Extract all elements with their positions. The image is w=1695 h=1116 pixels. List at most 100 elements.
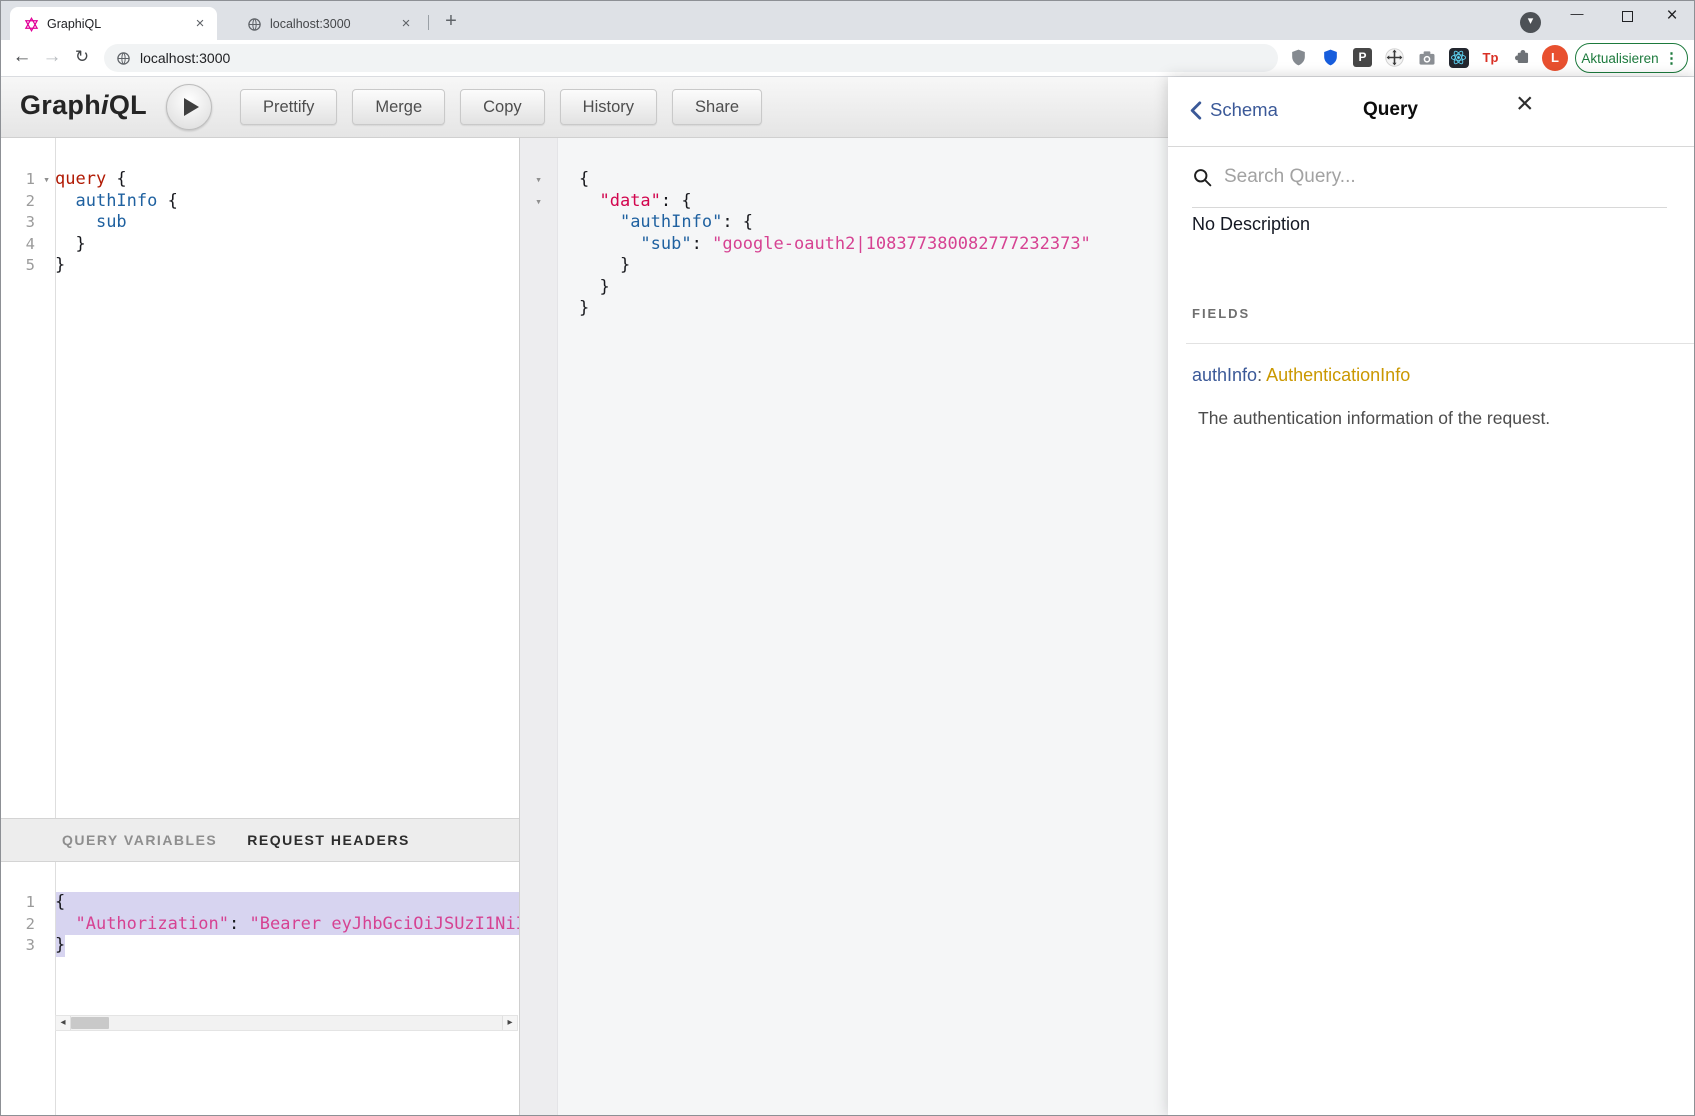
scroll-left-button[interactable]: ◂ (56, 1016, 71, 1030)
back-button[interactable]: ← (8, 43, 36, 71)
result-viewer[interactable]: ▾{▾ "data": { "authInfo": { "sub": "goog… (520, 138, 1168, 1116)
doc-field-description: The authentication information of the re… (1198, 408, 1550, 429)
address-bar[interactable]: localhost:3000 (104, 44, 1278, 72)
tab-close-icon[interactable]: × (191, 15, 209, 33)
line-number: 3 (0, 212, 38, 234)
tab-title: localhost:3000 (270, 17, 397, 31)
window-close-button[interactable]: × (1655, 1, 1689, 33)
code-line[interactable]: "sub": "google-oauth2|108377380082777232… (520, 234, 1168, 256)
menu-kebab-icon[interactable]: ⋮ (1664, 49, 1679, 67)
code-line[interactable]: 2 authInfo { (0, 191, 519, 213)
tab-search-button[interactable]: ▾ (1520, 12, 1541, 33)
doc-search-box[interactable]: Search Query... (1192, 147, 1667, 208)
graphiql-favicon-icon (24, 17, 39, 32)
code-line[interactable]: 3} (0, 935, 519, 957)
tab-graphiql[interactable]: GraphiQL × (10, 7, 217, 41)
doc-back-link[interactable]: Schema (1190, 99, 1278, 121)
update-label: Aktualisieren (1576, 51, 1664, 66)
code-text: authInfo { (55, 191, 178, 213)
horizontal-scrollbar[interactable]: ◂ ▸ (55, 1015, 518, 1031)
fold-gutter (38, 255, 55, 277)
play-icon (184, 98, 199, 116)
fold-arrow-icon[interactable]: ▾ (520, 191, 557, 213)
tab-request-headers[interactable]: REQUEST HEADERS (247, 832, 410, 848)
doc-field-name-link[interactable]: authInfo (1192, 365, 1257, 385)
react-devtools-extension-icon[interactable] (1448, 47, 1469, 68)
code-text: { (557, 169, 589, 191)
line-number: 2 (0, 914, 38, 936)
globe-icon (116, 51, 131, 66)
code-text: } (557, 255, 630, 277)
tab-close-icon[interactable]: × (397, 15, 415, 33)
share-button[interactable]: Share (672, 89, 762, 125)
extensions-puzzle-icon[interactable] (1512, 47, 1533, 68)
fold-arrow-icon[interactable]: ▾ (38, 169, 55, 191)
browser-tab-strip: GraphiQL × localhost:3000 × + ▾ — × (0, 0, 1695, 40)
code-line[interactable]: "authInfo": { (520, 212, 1168, 234)
fold-arrow-icon[interactable]: ▾ (520, 169, 557, 191)
code-text: } (55, 234, 86, 256)
minimize-button[interactable]: — (1560, 1, 1594, 33)
fold-gutter (38, 892, 55, 914)
fold-gutter (38, 914, 55, 936)
code-text: "authInfo": { (557, 212, 753, 234)
move-tool-extension-icon[interactable] (1384, 47, 1405, 68)
doc-fields-heading: FIELDS (1192, 306, 1250, 321)
doc-no-description: No Description (1192, 214, 1310, 235)
scrollbar-thumb[interactable] (71, 1017, 109, 1029)
fold-gutter (38, 191, 55, 213)
ublock-extension-icon[interactable] (1288, 47, 1309, 68)
reload-button[interactable]: ↻ (68, 43, 96, 71)
minimize-icon: — (1571, 6, 1584, 21)
new-tab-button[interactable]: + (438, 9, 464, 35)
code-line[interactable]: ▾{ (520, 169, 1168, 191)
code-line[interactable]: 4 } (0, 234, 519, 256)
code-line[interactable]: 2 "Authorization": "Bearer eyJhbGciOiJSU… (0, 914, 519, 936)
code-line[interactable]: 3 sub (0, 212, 519, 234)
fold-gutter (38, 212, 55, 234)
scroll-right-button[interactable]: ▸ (502, 1016, 517, 1030)
code-line[interactable]: 1{ (0, 892, 519, 914)
tab-title: GraphiQL (47, 17, 191, 31)
caret-down-icon: ▾ (1528, 15, 1534, 27)
secondary-editor-tabs: QUERY VARIABLES REQUEST HEADERS (0, 818, 519, 862)
code-line[interactable]: } (520, 277, 1168, 299)
fold-gutter (520, 298, 557, 320)
chrome-update-button[interactable]: Aktualisieren ⋮ (1575, 43, 1688, 73)
doc-back-label: Schema (1210, 99, 1278, 121)
prettify-button[interactable]: Prettify (240, 89, 337, 125)
code-line[interactable]: 1▾query { (0, 169, 519, 191)
request-headers-editor[interactable]: 1{2 "Authorization": "Bearer eyJhbGciOiJ… (0, 862, 519, 1116)
code-line[interactable]: 5} (0, 255, 519, 277)
camera-extension-icon[interactable] (1416, 47, 1437, 68)
doc-title: Query (1363, 99, 1418, 121)
tab-localhost[interactable]: localhost:3000 × (233, 7, 423, 41)
doc-field-type-link[interactable]: AuthenticationInfo (1266, 365, 1410, 385)
forward-button[interactable]: → (38, 43, 66, 71)
browser-toolbar: ← → ↻ localhost:3000 P (0, 40, 1695, 77)
maximize-button[interactable] (1610, 1, 1644, 33)
doc-divider (1186, 343, 1695, 344)
code-text: "data": { (557, 191, 692, 213)
tampermonkey-extension-icon[interactable]: Tp (1480, 47, 1501, 68)
graphiql-logo: GraphiQL (20, 90, 147, 121)
code-text: } (557, 298, 589, 320)
history-button[interactable]: History (560, 89, 657, 125)
code-text: } (55, 935, 65, 957)
merge-button[interactable]: Merge (352, 89, 445, 125)
code-line[interactable]: ▾ "data": { (520, 191, 1168, 213)
profile-avatar[interactable]: L (1542, 45, 1568, 71)
doc-field-row: authInfo: AuthenticationInfo (1192, 365, 1410, 386)
editor-pane: 1▾query {2 authInfo {3 sub4 }5} QUERY VA… (0, 138, 520, 1116)
copy-button[interactable]: Copy (460, 89, 545, 125)
code-line[interactable]: } (520, 298, 1168, 320)
doc-close-button[interactable]: × (1516, 87, 1534, 121)
execute-query-button[interactable] (166, 84, 212, 130)
code-text: "sub": "google-oauth2|108377380082777232… (557, 234, 1091, 256)
photopea-extension-icon[interactable]: P (1352, 47, 1373, 68)
code-line[interactable]: } (520, 255, 1168, 277)
query-editor[interactable]: 1▾query {2 authInfo {3 sub4 }5} (0, 138, 519, 818)
bitwarden-extension-icon[interactable] (1320, 47, 1341, 68)
doc-explorer-header: Schema Query × (1168, 77, 1695, 147)
tab-query-variables[interactable]: QUERY VARIABLES (62, 832, 217, 848)
